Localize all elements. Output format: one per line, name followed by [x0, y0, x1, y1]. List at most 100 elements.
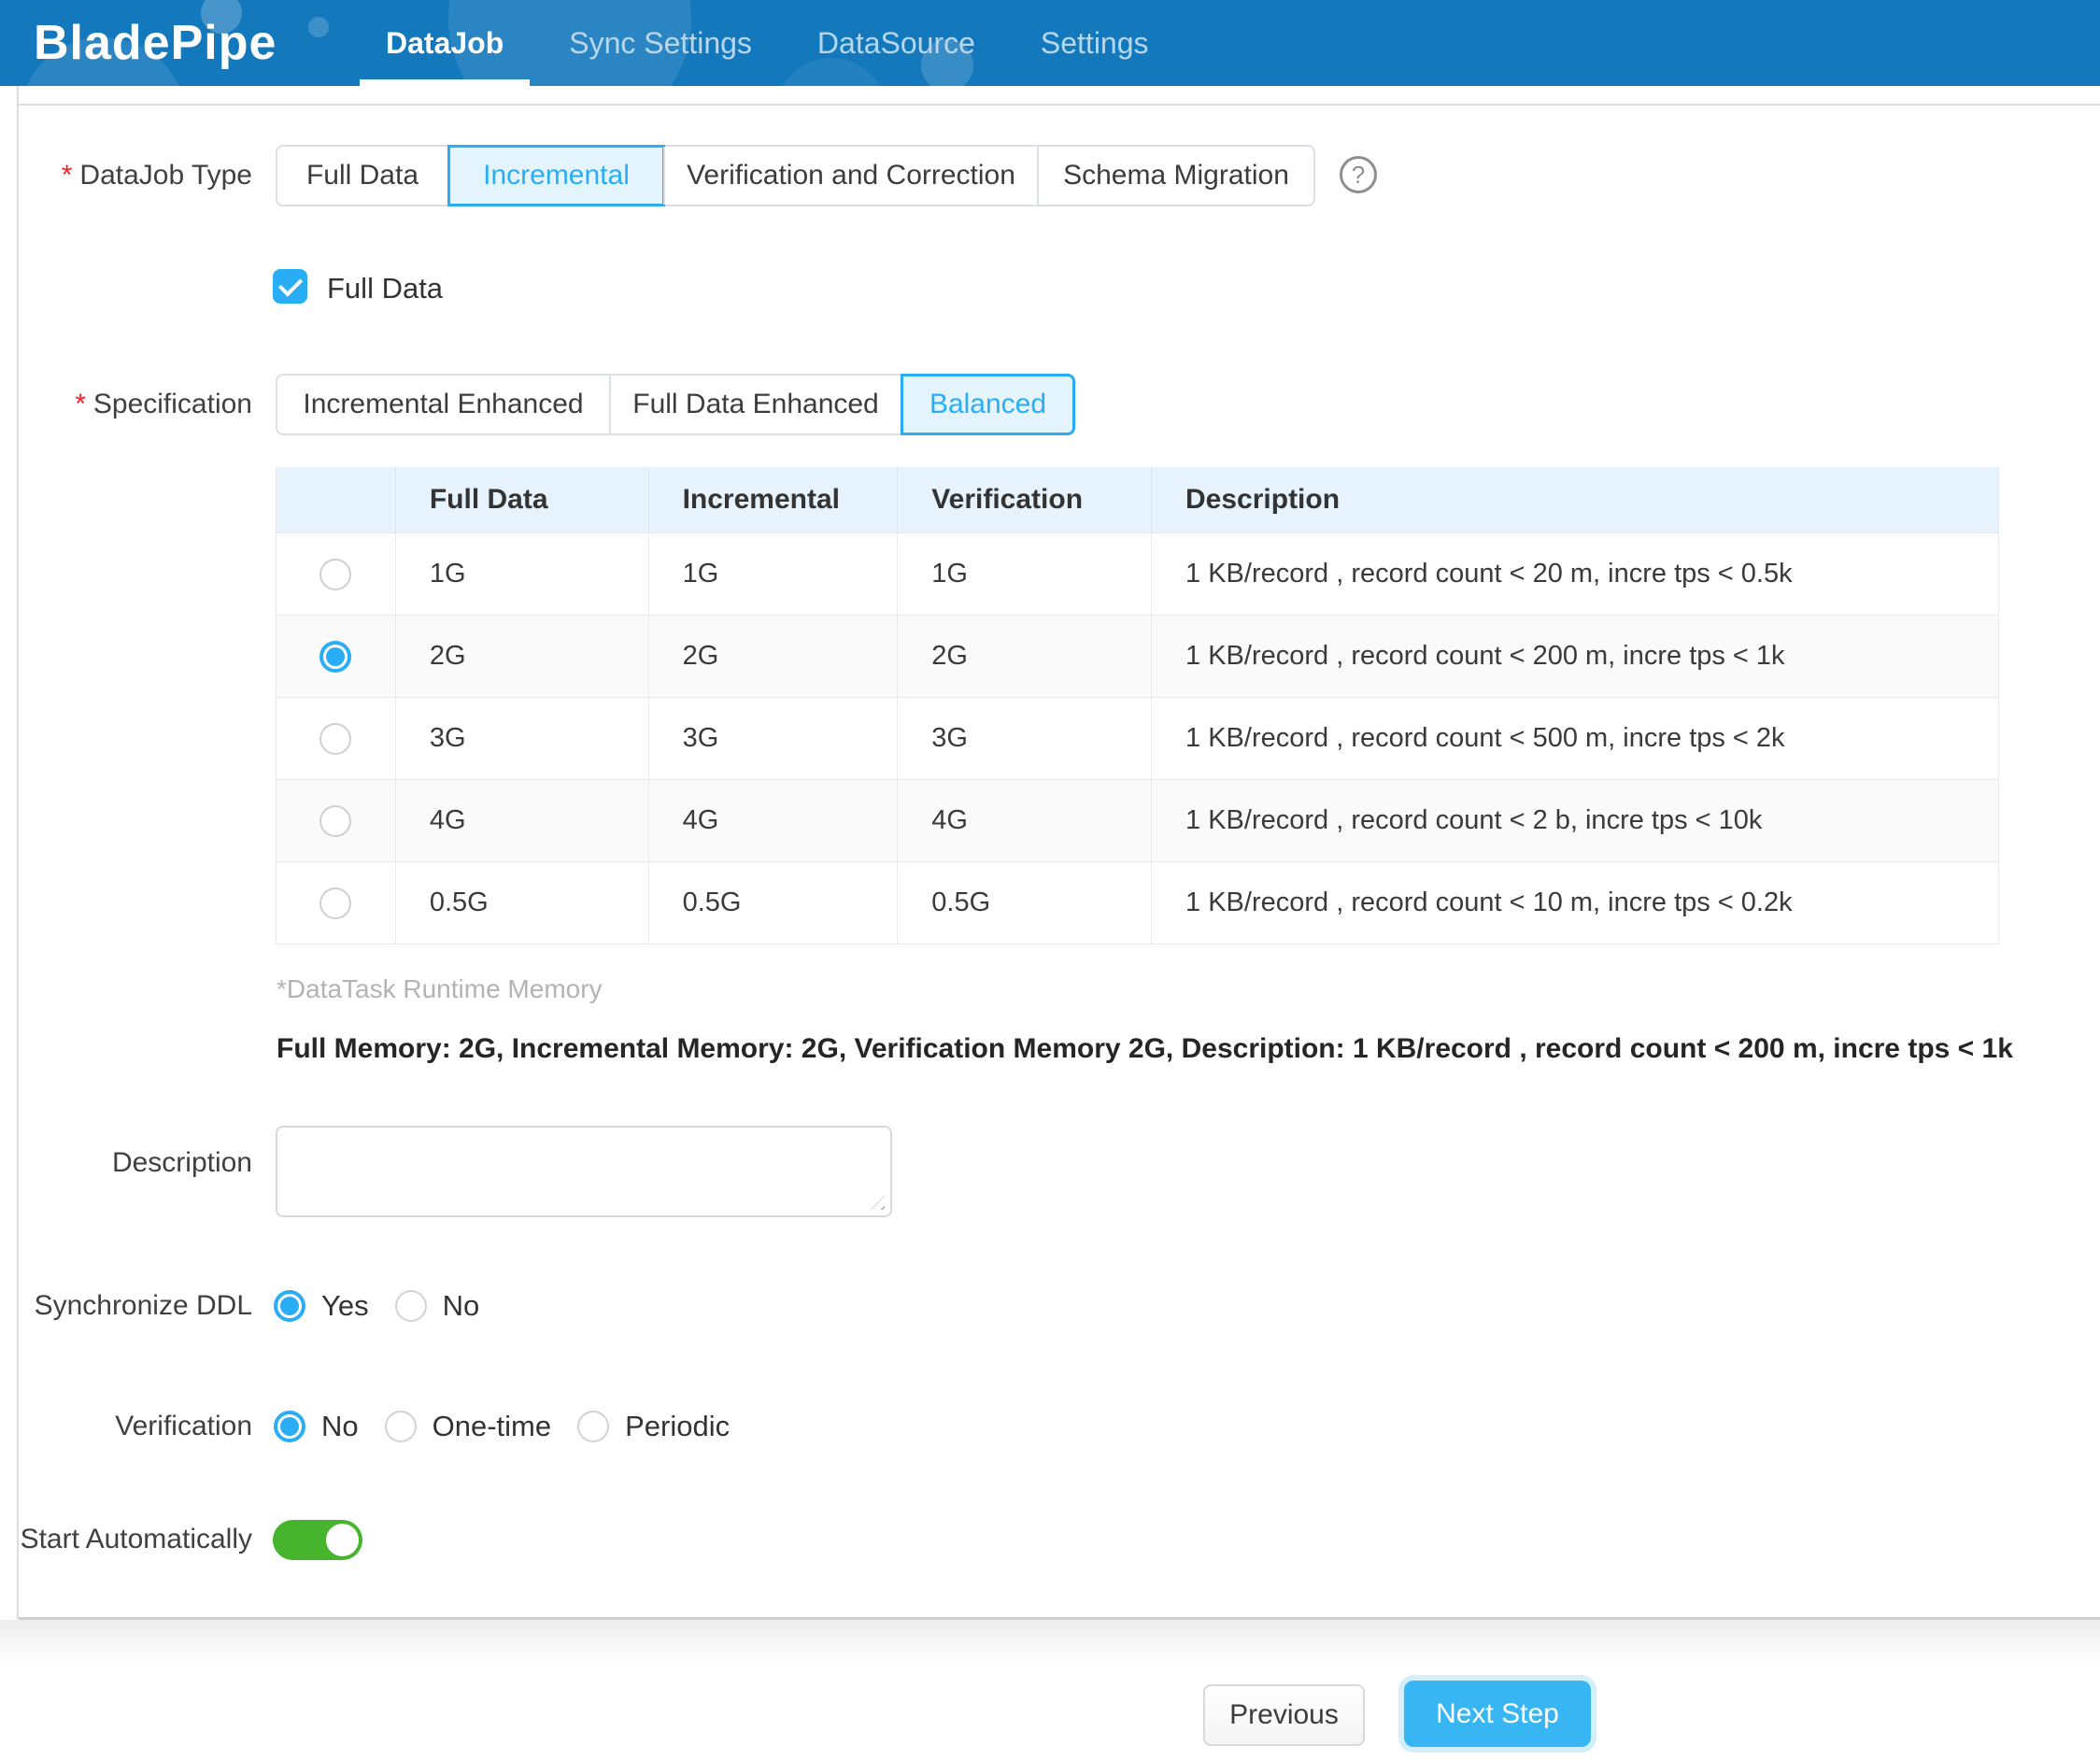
specification-label: *Specification: [0, 389, 252, 420]
help-icon[interactable]: ?: [1340, 156, 1377, 193]
verification-option-no[interactable]: No: [274, 1410, 359, 1443]
spec-cell-incremental: 4G: [648, 780, 898, 861]
table-row[interactable]: 1G1G1G1 KB/record , record count < 20 m,…: [277, 532, 1998, 615]
verification-label-periodic: Periodic: [625, 1410, 730, 1443]
specification-table-body: 1G1G1G1 KB/record , record count < 20 m,…: [277, 532, 1998, 944]
verification-radio-one-time[interactable]: [385, 1411, 417, 1442]
spec-cell-verification: 4G: [897, 780, 1151, 861]
card-shadow: [0, 1620, 2100, 1665]
verification-label-one-time: One-time: [433, 1410, 551, 1443]
spec-cell-full-data: 0.5G: [395, 862, 648, 944]
next-step-button[interactable]: Next Step: [1404, 1681, 1591, 1747]
content-card-top-divider: [19, 104, 2100, 106]
datajob-type-option-schema-migration[interactable]: Schema Migration: [1037, 147, 1313, 205]
spec-cell-full-data: 1G: [395, 533, 648, 615]
table-row[interactable]: 3G3G3G1 KB/record , record count < 500 m…: [277, 697, 1998, 779]
spec-row-radio[interactable]: [319, 559, 351, 590]
full-data-checkbox[interactable]: [273, 269, 307, 304]
spec-row-radio-cell: [277, 780, 395, 861]
synchronize-ddl-option-yes[interactable]: Yes: [274, 1289, 369, 1323]
help-icon-glyph: ?: [1352, 161, 1365, 190]
spec-table-col-description: Description: [1151, 467, 1998, 532]
table-row[interactable]: 4G4G4G1 KB/record , record count < 2 b, …: [277, 779, 1998, 861]
nav-item-datasource[interactable]: DataSource: [817, 0, 975, 86]
memory-selection-summary: Full Memory: 2G, Incremental Memory: 2G,…: [277, 1033, 2013, 1065]
table-row[interactable]: 0.5G0.5G0.5G1 KB/record , record count <…: [277, 861, 1998, 944]
navbar-bubble: [308, 17, 329, 37]
synchronize-ddl-label: Synchronize DDL: [0, 1290, 252, 1322]
specification-table-header: Full DataIncrementalVerificationDescript…: [277, 467, 1998, 532]
spec-cell-full-data: 4G: [395, 780, 648, 861]
required-marker: *: [75, 389, 86, 419]
start-automatically-toggle[interactable]: [273, 1520, 362, 1560]
spec-row-radio[interactable]: [319, 887, 351, 919]
nav-item-settings[interactable]: Settings: [1041, 0, 1149, 86]
full-data-checkbox-label: Full Data: [327, 272, 443, 305]
synchronize-ddl-radio-no[interactable]: [395, 1290, 427, 1322]
verification-option-one-time[interactable]: One-time: [385, 1410, 551, 1443]
specification-option-full-data-enhanced[interactable]: Full Data Enhanced: [609, 376, 901, 433]
synchronize-ddl-radio-yes[interactable]: [274, 1290, 305, 1322]
active-tab-underline: [360, 79, 530, 86]
datatask-runtime-memory-note: *DataTask Runtime Memory: [277, 974, 603, 1004]
specification-option-incremental-enhanced[interactable]: Incremental Enhanced: [277, 376, 609, 433]
spec-cell-full-data: 3G: [395, 698, 648, 779]
spec-cell-description: 1 KB/record , record count < 500 m, incr…: [1151, 698, 1998, 779]
nav-item-sync-settings[interactable]: Sync Settings: [569, 0, 752, 86]
verification-radio-no[interactable]: [274, 1411, 305, 1442]
synchronize-ddl-radio-group: Yes No: [274, 1287, 479, 1325]
datajob-type-option-verification-and-correction[interactable]: Verification and Correction: [663, 147, 1037, 205]
specification-option-balanced[interactable]: Balanced: [901, 376, 1073, 433]
spec-row-radio[interactable]: [319, 641, 351, 673]
verification-radio-group: No One-time Periodic: [274, 1408, 730, 1445]
datajob-type-label-text: DataJob Type: [79, 160, 252, 191]
spec-cell-verification: 1G: [897, 533, 1151, 615]
spec-cell-description: 1 KB/record , record count < 2 b, incre …: [1151, 780, 1998, 861]
spec-table-col-verification: Verification: [897, 467, 1151, 532]
spec-row-radio-cell: [277, 616, 395, 697]
synchronize-ddl-label-no: No: [443, 1289, 480, 1323]
specification-label-text: Specification: [93, 389, 252, 419]
spec-row-radio[interactable]: [319, 805, 351, 837]
verification-label-no: No: [321, 1410, 359, 1443]
datajob-type-option-incremental[interactable]: Incremental: [447, 147, 663, 205]
datajob-type-button-group: Full DataIncrementalVerification and Cor…: [276, 145, 1315, 206]
spec-cell-verification: 0.5G: [897, 862, 1151, 944]
nav-item-datajob[interactable]: DataJob: [386, 0, 504, 86]
datajob-type-option-full-data[interactable]: Full Data: [277, 147, 447, 205]
spec-cell-incremental: 1G: [648, 533, 898, 615]
required-marker: *: [62, 160, 73, 191]
description-label: Description: [0, 1147, 252, 1179]
verification-option-periodic[interactable]: Periodic: [577, 1410, 730, 1443]
spec-row-radio-cell: [277, 533, 395, 615]
nav-menu: DataJob Sync Settings DataSource Settings: [386, 0, 1149, 86]
content-card-left-border: [17, 86, 19, 1619]
top-navbar: BladePipe DataJob Sync Settings DataSource…: [0, 0, 2100, 86]
description-input[interactable]: [276, 1126, 892, 1217]
spec-table-col-radio: [277, 467, 395, 532]
previous-button[interactable]: Previous: [1203, 1684, 1365, 1746]
spec-cell-description: 1 KB/record , record count < 20 m, incre…: [1151, 533, 1998, 615]
synchronize-ddl-option-no[interactable]: No: [395, 1289, 480, 1323]
spec-cell-verification: 2G: [897, 616, 1151, 697]
verification-label: Verification: [0, 1411, 252, 1442]
synchronize-ddl-label-yes: Yes: [321, 1289, 369, 1323]
start-automatically-label: Start Automatically: [0, 1524, 252, 1555]
spec-cell-description: 1 KB/record , record count < 200 m, incr…: [1151, 616, 1998, 697]
spec-row-radio[interactable]: [319, 723, 351, 755]
spec-cell-incremental: 2G: [648, 616, 898, 697]
spec-cell-incremental: 0.5G: [648, 862, 898, 944]
spec-cell-description: 1 KB/record , record count < 10 m, incre…: [1151, 862, 1998, 944]
spec-table-col-full-data: Full Data: [395, 467, 648, 532]
spec-row-radio-cell: [277, 698, 395, 779]
specification-button-group: Incremental EnhancedFull Data EnhancedBa…: [276, 374, 1075, 435]
table-row[interactable]: 2G2G2G1 KB/record , record count < 200 m…: [277, 615, 1998, 697]
app-logo[interactable]: BladePipe: [34, 0, 277, 86]
spec-cell-verification: 3G: [897, 698, 1151, 779]
spec-table-col-incremental: Incremental: [648, 467, 898, 532]
specification-table: Full DataIncrementalVerificationDescript…: [276, 467, 1999, 944]
verification-radio-periodic[interactable]: [577, 1411, 609, 1442]
spec-cell-full-data: 2G: [395, 616, 648, 697]
datajob-type-label: *DataJob Type: [0, 160, 252, 192]
spec-row-radio-cell: [277, 862, 395, 944]
